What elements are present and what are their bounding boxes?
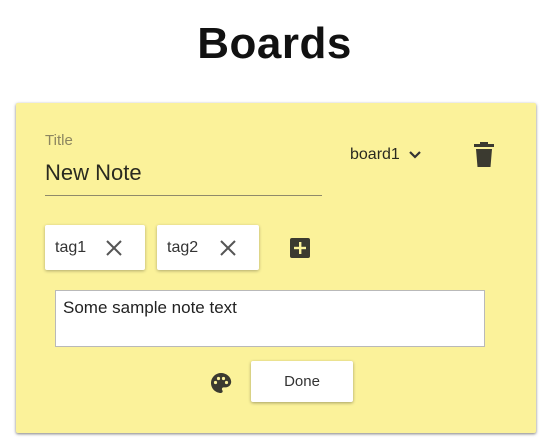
tag-label: tag1 <box>55 238 87 256</box>
tag-chip: tag2 <box>157 225 259 270</box>
note-editor-card: Title New Note board1 tag1 tag2 Some sam… <box>16 103 536 433</box>
title-input[interactable]: New Note <box>45 160 142 186</box>
title-input-underline <box>45 195 322 196</box>
board-select[interactable]: board1 <box>350 143 422 167</box>
plus-box-icon[interactable] <box>290 238 310 258</box>
close-icon[interactable] <box>219 239 237 257</box>
board-select-value: board1 <box>350 146 400 163</box>
trash-icon[interactable] <box>472 142 496 168</box>
close-icon[interactable] <box>105 239 123 257</box>
tag-chip: tag1 <box>45 225 145 270</box>
tag-label: tag2 <box>167 238 199 256</box>
page-title: Boards <box>197 19 352 68</box>
title-field-label: Title <box>45 132 73 149</box>
done-button[interactable]: Done <box>251 361 353 402</box>
note-text-area[interactable]: Some sample note text <box>55 290 485 347</box>
palette-icon[interactable] <box>209 371 233 395</box>
chevron-down-icon <box>409 151 421 159</box>
